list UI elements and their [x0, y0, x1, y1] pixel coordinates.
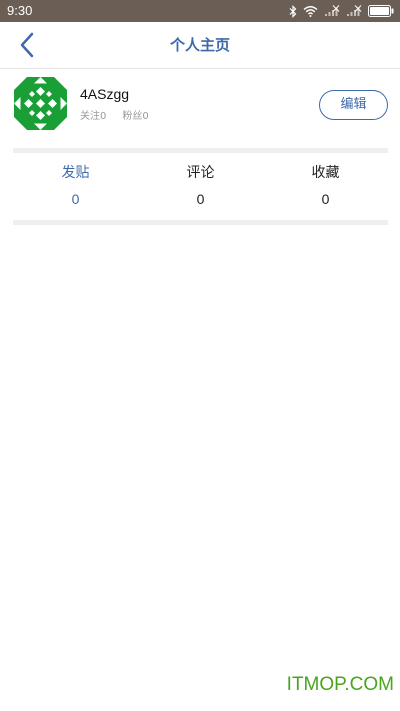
stat-favorites[interactable]: 收藏 0	[263, 158, 388, 218]
divider	[13, 148, 388, 153]
profile-section: 4ASzgg 关注0 粉丝0 编辑	[0, 69, 400, 145]
stat-posts[interactable]: 发贴 0	[13, 158, 138, 218]
stat-favorites-count: 0	[321, 191, 330, 207]
follow-stats: 关注0 粉丝0	[80, 110, 149, 124]
activity-stats: 发贴 0 评论 0 收藏 0	[13, 158, 388, 218]
status-bar: 9:30	[0, 0, 400, 22]
signal-icon	[325, 5, 340, 16]
username: 4ASzgg	[80, 86, 130, 102]
signal-icon	[347, 5, 362, 16]
watermark: ITMOP.COM	[286, 674, 394, 695]
edit-profile-button[interactable]: 编辑	[319, 90, 388, 120]
stat-posts-count: 0	[71, 191, 80, 207]
app-header: 个人主页	[0, 22, 400, 69]
stat-comments-label: 评论	[186, 165, 215, 181]
followers-count[interactable]: 粉丝0	[122, 110, 148, 124]
stat-favorites-label: 收藏	[311, 165, 340, 181]
stat-posts-label: 发贴	[61, 165, 90, 181]
avatar-icon	[14, 77, 67, 130]
status-icons	[289, 3, 394, 19]
stat-comments-count: 0	[196, 191, 205, 207]
wifi-icon	[303, 6, 318, 17]
following-count[interactable]: 关注0	[80, 110, 106, 124]
battery-icon	[368, 5, 394, 17]
bluetooth-icon	[289, 4, 297, 18]
avatar[interactable]	[14, 77, 67, 130]
page-title: 个人主页	[169, 36, 230, 54]
status-time: 9:30	[7, 3, 33, 18]
stat-comments[interactable]: 评论 0	[138, 158, 263, 218]
divider	[13, 220, 388, 225]
